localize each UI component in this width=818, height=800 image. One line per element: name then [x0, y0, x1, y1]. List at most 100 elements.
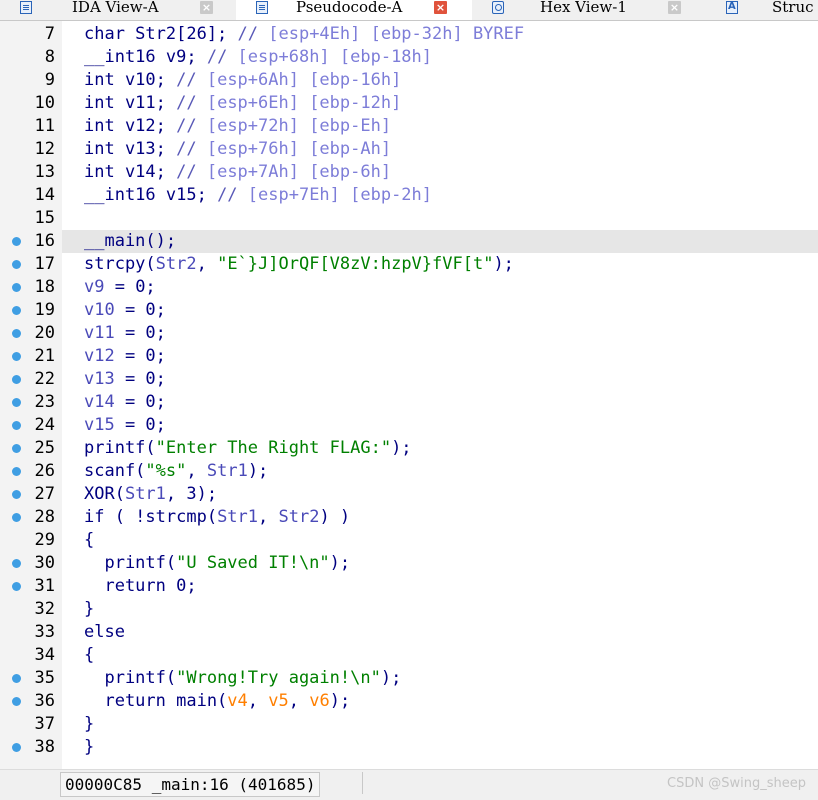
tab-ida-view[interactable]: IDA View-A ×: [0, 0, 237, 20]
code-text: XOR(Str1, 3);: [84, 484, 218, 504]
line-number: 22: [34, 369, 55, 389]
code-line[interactable]: 10 int v11; // [esp+6Eh] [ebp-12h]: [0, 92, 818, 115]
code-line[interactable]: 8 __int16 v9; // [esp+68h] [ebp-18h]: [0, 46, 818, 69]
line-number: 29: [34, 530, 55, 550]
code-text: if ( !strcmp(Str1, Str2) ): [84, 507, 351, 527]
code-line[interactable]: 33 else: [0, 621, 818, 644]
code-text: v14 = 0;: [84, 392, 166, 412]
line-number: 17: [34, 254, 55, 274]
line-number: 32: [34, 599, 55, 619]
line-number: 14: [34, 185, 55, 205]
code-line[interactable]: 38}: [0, 736, 818, 759]
code-text: __main();: [84, 231, 177, 251]
code-text: else: [84, 622, 125, 642]
code-line[interactable]: 24 v15 = 0;: [0, 414, 818, 437]
list-icon: [20, 1, 32, 14]
line-number: 16: [34, 231, 55, 251]
watermark: CSDN @Swing_sheep: [667, 776, 806, 791]
tab-pseudocode[interactable]: Pseudocode-A ×: [236, 0, 473, 20]
close-icon[interactable]: ×: [200, 1, 213, 14]
line-number: 30: [34, 553, 55, 573]
line-number: 34: [34, 645, 55, 665]
code-text: }: [84, 714, 95, 734]
line-number: 15: [34, 208, 55, 228]
code-line[interactable]: 22 v13 = 0;: [0, 368, 818, 391]
line-number: 36: [34, 691, 55, 711]
code-line[interactable]: 31 return 0;: [0, 575, 818, 598]
code-text: printf("Enter The Right FLAG:");: [84, 438, 412, 458]
code-text: v11 = 0;: [84, 323, 166, 343]
tab-label: Struc: [772, 0, 814, 16]
code-line[interactable]: 32}: [0, 598, 818, 621]
code-text: int v13; // [esp+76h] [ebp-Ah]: [84, 139, 392, 159]
line-number: 25: [34, 438, 55, 458]
tab-bar: IDA View-A × Pseudocode-A × Hex View-1 ×…: [0, 0, 818, 21]
code-text: strcpy(Str2, "E`}J]OrQF[V8zV:hzpV}fVF[t"…: [84, 254, 514, 274]
code-text: int v11; // [esp+6Eh] [ebp-12h]: [84, 93, 402, 113]
status-divider: [362, 772, 363, 794]
close-icon[interactable]: ×: [434, 1, 447, 14]
code-line[interactable]: 28 if ( !strcmp(Str1, Str2) ): [0, 506, 818, 529]
list-icon: [256, 1, 268, 14]
code-text: return 0;: [84, 576, 197, 596]
code-text: v12 = 0;: [84, 346, 166, 366]
code-line[interactable]: 23 v14 = 0;: [0, 391, 818, 414]
code-line[interactable]: 29 {: [0, 529, 818, 552]
tab-hex-view[interactable]: Hex View-1 ×: [472, 0, 707, 20]
close-icon[interactable]: ×: [668, 1, 681, 14]
code-text: int v10; // [esp+6Ah] [ebp-16h]: [84, 70, 402, 90]
line-number: 38: [34, 737, 55, 757]
line-number: 19: [34, 300, 55, 320]
line-number: 11: [34, 116, 55, 136]
location-readout: 00000C85 _main:16 (401685): [60, 772, 321, 797]
line-number: 7: [44, 24, 55, 44]
code-line[interactable]: 19 v10 = 0;: [0, 299, 818, 322]
line-number: 12: [34, 139, 55, 159]
tab-label: Pseudocode-A: [296, 0, 403, 16]
code-line[interactable]: 37}: [0, 713, 818, 736]
line-number: 13: [34, 162, 55, 182]
tab-structures[interactable]: Struc: [706, 0, 818, 20]
tab-label: IDA View-A: [72, 0, 159, 16]
code-text: scanf("%s", Str1);: [84, 461, 269, 481]
code-line[interactable]: 11 int v12; // [esp+72h] [ebp-Eh]: [0, 115, 818, 138]
code-line[interactable]: 20 v11 = 0;: [0, 322, 818, 345]
code-text: int v12; // [esp+72h] [ebp-Eh]: [84, 116, 392, 136]
line-number: 35: [34, 668, 55, 688]
code-text: v13 = 0;: [84, 369, 166, 389]
code-line[interactable]: 35 printf("Wrong!Try again!\n");: [0, 667, 818, 690]
code-line[interactable]: 9 int v10; // [esp+6Ah] [ebp-16h]: [0, 69, 818, 92]
code-line[interactable]: 18 v9 = 0;: [0, 276, 818, 299]
line-number: 37: [34, 714, 55, 734]
code-line[interactable]: 15: [0, 207, 818, 230]
tab-label: Hex View-1: [540, 0, 627, 16]
code-line[interactable]: 16 __main();: [0, 230, 818, 253]
code-line[interactable]: 34 {: [0, 644, 818, 667]
status-bar: 00000C85 _main:16 (401685) CSDN @Swing_s…: [0, 769, 818, 800]
code-line[interactable]: 26 scanf("%s", Str1);: [0, 460, 818, 483]
code-text: printf("Wrong!Try again!\n");: [84, 668, 402, 688]
line-number: 27: [34, 484, 55, 504]
code-text: v15 = 0;: [84, 415, 166, 435]
code-text: int v14; // [esp+7Ah] [ebp-6h]: [84, 162, 392, 182]
code-line[interactable]: 13 int v14; // [esp+7Ah] [ebp-6h]: [0, 161, 818, 184]
code-line[interactable]: 14 __int16 v15; // [esp+7Eh] [ebp-2h]: [0, 184, 818, 207]
line-number: 31: [34, 576, 55, 596]
code-text: }: [84, 599, 95, 619]
code-line[interactable]: 27 XOR(Str1, 3);: [0, 483, 818, 506]
code-text: v9 = 0;: [84, 277, 156, 297]
line-number: 26: [34, 461, 55, 481]
code-line[interactable]: 36 return main(v4, v5, v6);: [0, 690, 818, 713]
code-text: }: [84, 737, 95, 757]
code-line[interactable]: 30 printf("U Saved IT!\n");: [0, 552, 818, 575]
line-number: 9: [44, 70, 55, 90]
code-line[interactable]: 17 strcpy(Str2, "E`}J]OrQF[V8zV:hzpV}fVF[…: [0, 253, 818, 276]
struct-icon: [726, 1, 738, 14]
line-number: 10: [34, 93, 55, 113]
line-number: 24: [34, 415, 55, 435]
code-line[interactable]: 21 v12 = 0;: [0, 345, 818, 368]
code-line[interactable]: 12 int v13; // [esp+76h] [ebp-Ah]: [0, 138, 818, 161]
code-line[interactable]: 25 printf("Enter The Right FLAG:");: [0, 437, 818, 460]
line-number: 28: [34, 507, 55, 527]
code-line[interactable]: 7 char Str2[26]; // [esp+4Eh] [ebp-32h] B…: [0, 23, 818, 46]
